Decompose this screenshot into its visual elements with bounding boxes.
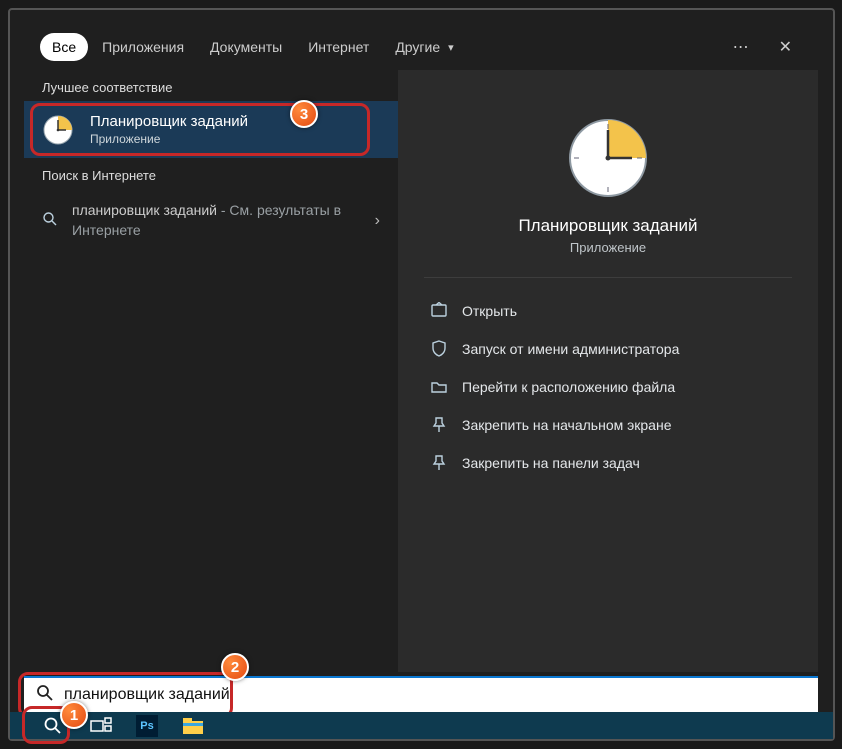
more-button[interactable]: ⋯ <box>725 31 759 63</box>
detail-pane: Планировщик заданий Приложение Открыть З… <box>398 70 818 672</box>
search-field[interactable]: планировщик заданий <box>24 676 818 712</box>
action-file-location[interactable]: Перейти к расположению файла <box>424 368 792 406</box>
annotation-badge-2: 2 <box>221 653 249 681</box>
action-pin-start[interactable]: Закрепить на начальном экране <box>424 406 792 444</box>
pin-icon <box>430 454 448 472</box>
shield-icon <box>430 340 448 358</box>
tab-all[interactable]: Все <box>40 33 88 61</box>
action-run-admin[interactable]: Запуск от имени администратора <box>424 330 792 368</box>
annotation-badge-1: 1 <box>60 701 88 729</box>
open-icon <box>430 302 448 320</box>
best-match-item[interactable]: Планировщик заданий Приложение <box>24 101 398 158</box>
best-match-subtitle: Приложение <box>90 132 248 146</box>
search-tabs: Все Приложения Документы Интернет Другие… <box>24 24 818 70</box>
task-scheduler-icon <box>42 114 74 146</box>
pin-icon <box>430 416 448 434</box>
chevron-down-icon: ▾ <box>448 41 454 54</box>
search-value: планировщик заданий <box>64 686 232 704</box>
action-open[interactable]: Открыть <box>424 292 792 330</box>
divider <box>424 277 792 278</box>
best-match-title: Планировщик заданий <box>90 113 248 130</box>
taskbar-app-ps[interactable]: Ps <box>136 715 158 737</box>
section-web-search: Поиск в Интернете <box>24 158 398 189</box>
tab-web[interactable]: Интернет <box>296 33 381 61</box>
web-result-item[interactable]: планировщик заданий - См. результаты в И… <box>24 189 398 252</box>
tab-documents[interactable]: Документы <box>198 33 294 61</box>
detail-title: Планировщик заданий <box>518 216 697 236</box>
close-button[interactable]: ✕ <box>769 31 802 63</box>
action-pin-taskbar[interactable]: Закрепить на панели задач <box>424 444 792 482</box>
start-search-panel: Все Приложения Документы Интернет Другие… <box>24 24 818 672</box>
chevron-right-icon: › <box>375 212 380 230</box>
results-list: Лучшее соответствие Планировщик заданий … <box>24 70 398 672</box>
detail-subtitle: Приложение <box>570 240 646 255</box>
taskbar-app-explorer[interactable] <box>180 713 206 739</box>
taskbar-task-view[interactable] <box>88 713 114 739</box>
annotation-badge-3: 3 <box>290 100 318 128</box>
tab-other[interactable]: Другие <box>383 33 452 61</box>
tab-apps[interactable]: Приложения <box>90 33 196 61</box>
task-scheduler-large-icon <box>566 116 650 200</box>
web-result-text: планировщик заданий - См. результаты в И… <box>72 201 361 240</box>
section-best-match: Лучшее соответствие <box>24 70 398 101</box>
search-icon <box>42 211 58 230</box>
taskbar: Ps <box>10 712 833 739</box>
search-icon <box>36 684 54 707</box>
action-list: Открыть Запуск от имени администратора П… <box>424 292 792 482</box>
folder-icon <box>430 378 448 396</box>
